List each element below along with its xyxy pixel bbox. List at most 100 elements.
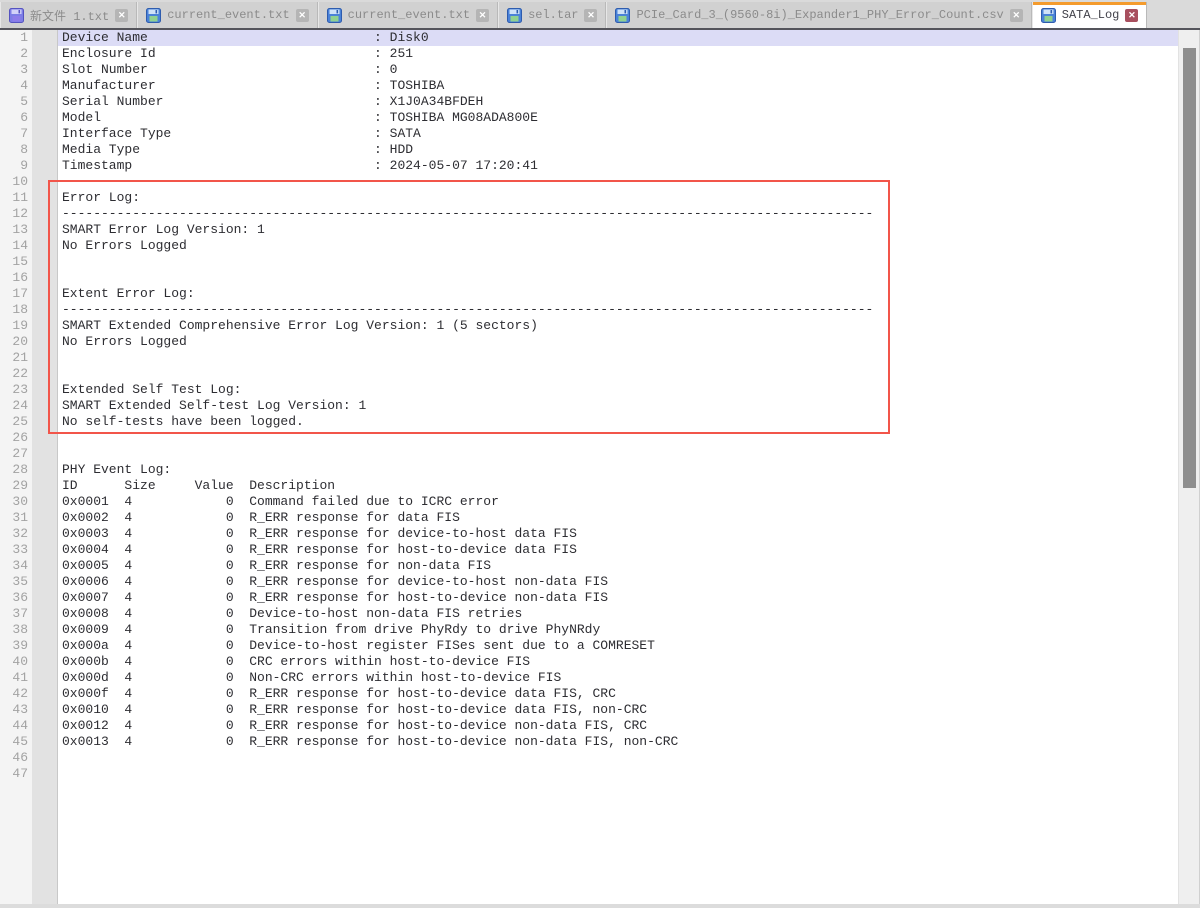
editor-line[interactable]: Manufacturer : TOSHIBA: [58, 78, 1178, 94]
line-number: 21: [0, 350, 28, 366]
line-number: 42: [0, 686, 28, 702]
editor-line[interactable]: Serial Number : X1J0A34BFDEH: [58, 94, 1178, 110]
line-number: 7: [0, 126, 28, 142]
editor-line[interactable]: [58, 366, 1178, 382]
scrollbar-thumb[interactable]: [1183, 48, 1196, 488]
editor-line[interactable]: Enclosure Id : 251: [58, 46, 1178, 62]
line-number: 22: [0, 366, 28, 382]
editor-line[interactable]: Device Name : Disk0: [58, 30, 1178, 46]
tab-close-button[interactable]: ✕: [584, 9, 597, 22]
line-number: 19: [0, 318, 28, 334]
editor-line[interactable]: 0x0009 4 0 Transition from drive PhyRdy …: [58, 622, 1178, 638]
line-number: 11: [0, 190, 28, 206]
line-number: 31: [0, 510, 28, 526]
tab-close-button[interactable]: ✕: [1010, 9, 1023, 22]
editor-line[interactable]: 0x0012 4 0 R_ERR response for host-to-de…: [58, 718, 1178, 734]
tab-label: current_event.txt: [348, 8, 470, 22]
editor-line[interactable]: [58, 446, 1178, 462]
line-number: 39: [0, 638, 28, 654]
editor-line[interactable]: [58, 174, 1178, 190]
editor-line[interactable]: Extended Self Test Log:: [58, 382, 1178, 398]
editor-line[interactable]: SMART Error Log Version: 1: [58, 222, 1178, 238]
line-number: 10: [0, 174, 28, 190]
editor-line[interactable]: 0x000b 4 0 CRC errors within host-to-dev…: [58, 654, 1178, 670]
editor-line[interactable]: No self-tests have been logged.: [58, 414, 1178, 430]
editor-line[interactable]: SMART Extended Comprehensive Error Log V…: [58, 318, 1178, 334]
line-number: 47: [0, 766, 28, 782]
tab-sel-tar[interactable]: sel.tar ✕: [498, 2, 606, 28]
line-number: 45: [0, 734, 28, 750]
line-number: 14: [0, 238, 28, 254]
line-number: 40: [0, 654, 28, 670]
editor-line[interactable]: ----------------------------------------…: [58, 206, 1178, 222]
editor-line[interactable]: Error Log:: [58, 190, 1178, 206]
editor-line[interactable]: 0x0004 4 0 R_ERR response for host-to-de…: [58, 542, 1178, 558]
editor-line[interactable]: No Errors Logged: [58, 238, 1178, 254]
tab-current-event-2[interactable]: current_event.txt ✕: [318, 2, 498, 28]
tab-close-button[interactable]: ✕: [115, 9, 128, 22]
tab-current-event-1[interactable]: current_event.txt ✕: [137, 2, 317, 28]
editor-line[interactable]: [58, 766, 1178, 782]
editor-line[interactable]: 0x0002 4 0 R_ERR response for data FIS: [58, 510, 1178, 526]
editor-line[interactable]: [58, 750, 1178, 766]
line-number: 34: [0, 558, 28, 574]
editor-line[interactable]: No Errors Logged: [58, 334, 1178, 350]
editor-line[interactable]: ID Size Value Description: [58, 478, 1178, 494]
editor-line[interactable]: 0x0005 4 0 R_ERR response for non-data F…: [58, 558, 1178, 574]
line-number: 35: [0, 574, 28, 590]
editor-line[interactable]: Timestamp : 2024-05-07 17:20:41: [58, 158, 1178, 174]
floppy-disk-blue-icon: [146, 8, 161, 23]
editor-line[interactable]: 0x000f 4 0 R_ERR response for host-to-de…: [58, 686, 1178, 702]
tab-sata-log[interactable]: SATA_Log✕: [1032, 2, 1148, 28]
tab-label: sel.tar: [528, 8, 578, 22]
editor-window: 新文件 1.txt✕current_event.txt✕current_even…: [0, 0, 1200, 908]
editor-line[interactable]: [58, 254, 1178, 270]
tab-close-button[interactable]: ✕: [296, 9, 309, 22]
editor-line[interactable]: 0x0010 4 0 R_ERR response for host-to-de…: [58, 702, 1178, 718]
editor-line[interactable]: Extent Error Log:: [58, 286, 1178, 302]
line-number: 24: [0, 398, 28, 414]
line-number: 37: [0, 606, 28, 622]
line-number: 1: [0, 30, 28, 46]
editor-line[interactable]: [58, 430, 1178, 446]
editor-line[interactable]: 0x0013 4 0 R_ERR response for host-to-de…: [58, 734, 1178, 750]
floppy-disk-blue-icon: [327, 8, 342, 23]
tab-close-button[interactable]: ✕: [476, 9, 489, 22]
tab-bar: 新文件 1.txt✕current_event.txt✕current_even…: [0, 0, 1200, 28]
editor-area: 1234567891011121314151617181920212223242…: [0, 30, 1200, 908]
editor-line[interactable]: [58, 270, 1178, 286]
line-number: 25: [0, 414, 28, 430]
editor-line[interactable]: 0x0001 4 0 Command failed due to ICRC er…: [58, 494, 1178, 510]
tab-new-file-1[interactable]: 新文件 1.txt✕: [0, 2, 137, 28]
line-number: 4: [0, 78, 28, 94]
tab-close-button[interactable]: ✕: [1125, 9, 1138, 22]
editor-line[interactable]: 0x000d 4 0 Non-CRC errors within host-to…: [58, 670, 1178, 686]
editor-line[interactable]: PHY Event Log:: [58, 462, 1178, 478]
tab-pcie-csv[interactable]: PCIe_Card_3_(9560-8i)_Expander1_PHY_Erro…: [606, 2, 1031, 28]
bookmark-margin: [32, 30, 58, 904]
vertical-scrollbar[interactable]: [1178, 30, 1200, 904]
editor-line[interactable]: ----------------------------------------…: [58, 302, 1178, 318]
editor-line[interactable]: Model : TOSHIBA MG08ADA800E: [58, 110, 1178, 126]
editor-line[interactable]: Media Type : HDD: [58, 142, 1178, 158]
editor-line[interactable]: Interface Type : SATA: [58, 126, 1178, 142]
editor-line[interactable]: Slot Number : 0: [58, 62, 1178, 78]
line-number: 29: [0, 478, 28, 494]
text-area[interactable]: Device Name : Disk0Enclosure Id : 251Slo…: [58, 30, 1178, 904]
editor-line[interactable]: 0x0003 4 0 R_ERR response for device-to-…: [58, 526, 1178, 542]
line-number: 32: [0, 526, 28, 542]
editor-line[interactable]: 0x0007 4 0 R_ERR response for host-to-de…: [58, 590, 1178, 606]
line-number: 30: [0, 494, 28, 510]
editor-line[interactable]: 0x0008 4 0 Device-to-host non-data FIS r…: [58, 606, 1178, 622]
line-number: 17: [0, 286, 28, 302]
editor-line[interactable]: 0x000a 4 0 Device-to-host register FISes…: [58, 638, 1178, 654]
tab-label: current_event.txt: [167, 8, 289, 22]
floppy-disk-blue-icon: [615, 8, 630, 23]
line-number: 46: [0, 750, 28, 766]
editor-line[interactable]: 0x0006 4 0 R_ERR response for device-to-…: [58, 574, 1178, 590]
editor-line[interactable]: SMART Extended Self-test Log Version: 1: [58, 398, 1178, 414]
line-number: 33: [0, 542, 28, 558]
editor-line[interactable]: [58, 350, 1178, 366]
tab-label: PCIe_Card_3_(9560-8i)_Expander1_PHY_Erro…: [636, 8, 1003, 22]
line-number: 5: [0, 94, 28, 110]
